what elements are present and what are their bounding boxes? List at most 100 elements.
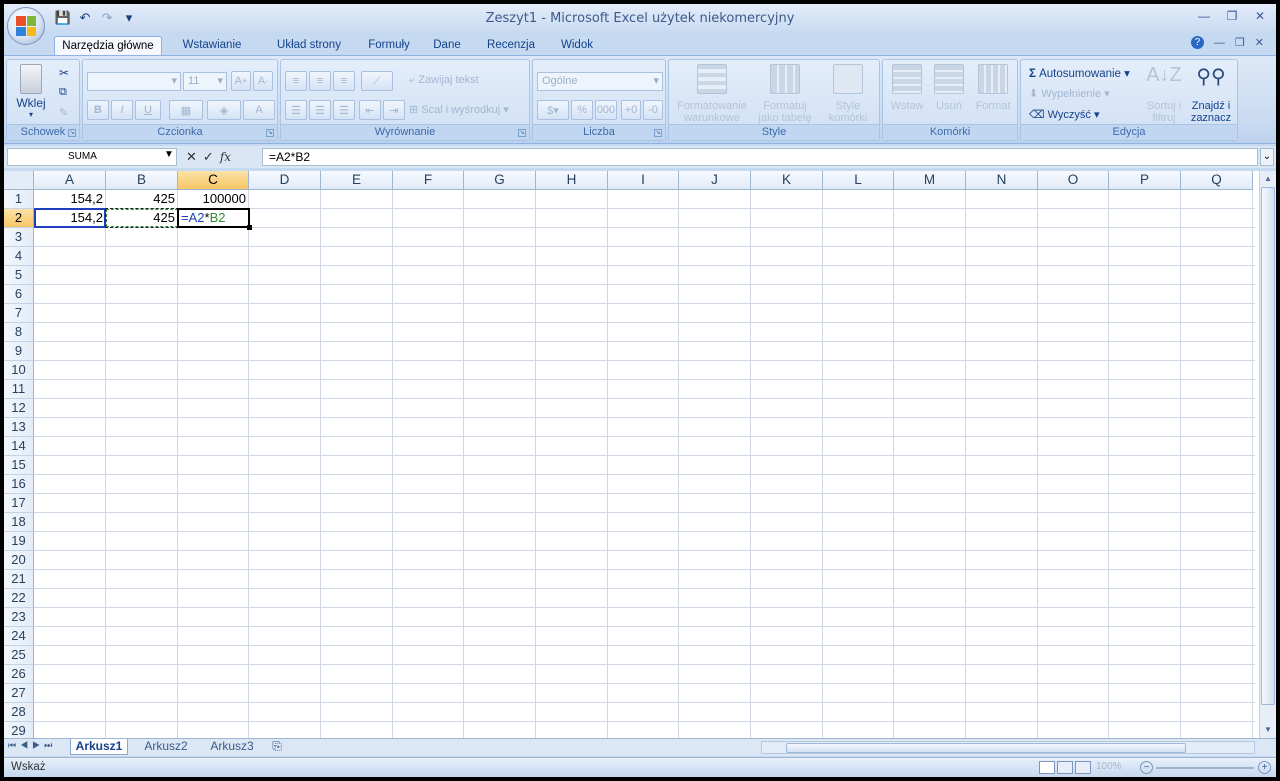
column-header-G[interactable]: G <box>464 171 536 190</box>
tab-review[interactable]: Recenzja <box>480 36 542 56</box>
row-header-12[interactable]: 12 <box>4 399 34 418</box>
zoom-level[interactable]: 100% <box>1096 761 1122 772</box>
minimize-icon[interactable]: — <box>1194 8 1214 24</box>
tab-home[interactable]: Narzędzia główne <box>54 36 162 56</box>
sheet-tab-arkusz2[interactable]: Arkusz2 <box>136 739 196 755</box>
row-header-13[interactable]: 13 <box>4 418 34 437</box>
decrease-decimal-icon[interactable]: -0 <box>643 100 663 120</box>
decrease-indent-icon[interactable]: ⇤ <box>359 100 381 120</box>
restore-icon[interactable]: ❐ <box>1222 8 1242 24</box>
percent-button[interactable]: % <box>571 100 593 120</box>
row-header-20[interactable]: 20 <box>4 551 34 570</box>
scroll-up-icon[interactable]: ▲ <box>1260 171 1276 187</box>
column-header-E[interactable]: E <box>321 171 393 190</box>
insert-function-button[interactable]: fx <box>220 150 231 164</box>
row-header-8[interactable]: 8 <box>4 323 34 342</box>
doc-close-icon[interactable]: ✕ <box>1255 36 1264 49</box>
orientation-icon[interactable]: ⟋ <box>361 71 393 91</box>
horizontal-scroll-thumb[interactable] <box>786 743 1186 753</box>
row-header-10[interactable]: 10 <box>4 361 34 380</box>
clipboard-launcher-icon[interactable]: ↘ <box>68 129 76 137</box>
zoom-out-icon[interactable]: − <box>1140 761 1153 774</box>
column-header-N[interactable]: N <box>966 171 1038 190</box>
column-header-A[interactable]: A <box>34 171 106 190</box>
normal-view-icon[interactable] <box>1039 761 1055 774</box>
expand-formula-icon[interactable]: ⌄ <box>1260 148 1274 166</box>
column-header-J[interactable]: J <box>679 171 751 190</box>
insert-cells-button[interactable]: Wstaw <box>887 64 927 112</box>
format-painter-icon[interactable]: ✎ <box>59 106 68 119</box>
conditional-formatting-button[interactable]: Formatowanie warunkowe <box>673 64 751 124</box>
column-header-I[interactable]: I <box>608 171 679 190</box>
merge-center-button[interactable]: ⊞ Scal i wyśrodkuj ▾ <box>409 103 509 116</box>
paste-button[interactable]: Wklej ▾ <box>13 64 49 119</box>
help-icon[interactable]: ? <box>1190 36 1204 49</box>
column-header-K[interactable]: K <box>751 171 823 190</box>
page-break-view-icon[interactable] <box>1075 761 1091 774</box>
accounting-icon[interactable]: $▾ <box>537 100 569 120</box>
column-header-B[interactable]: B <box>106 171 178 190</box>
name-box[interactable]: SUMA <box>7 148 177 166</box>
row-header-26[interactable]: 26 <box>4 665 34 684</box>
copy-icon[interactable]: ⧉ <box>59 86 67 99</box>
increase-decimal-icon[interactable]: +0 <box>621 100 641 120</box>
name-box-dropdown-icon[interactable]: ▼ <box>164 149 174 160</box>
align-bottom-icon[interactable]: ≡ <box>333 71 355 91</box>
row-header-17[interactable]: 17 <box>4 494 34 513</box>
row-header-14[interactable]: 14 <box>4 437 34 456</box>
row-header-24[interactable]: 24 <box>4 627 34 646</box>
wrap-text-button[interactable]: ⤶ Zawijaj tekst <box>409 74 479 87</box>
formula-input[interactable]: =A2*B2 <box>262 148 1258 166</box>
format-cells-button[interactable]: Format <box>971 64 1015 112</box>
scroll-down-icon[interactable]: ▼ <box>1260 722 1276 738</box>
row-header-9[interactable]: 9 <box>4 342 34 361</box>
zoom-slider[interactable] <box>1156 767 1254 769</box>
sheet-tab-arkusz3[interactable]: Arkusz3 <box>202 739 262 755</box>
row-header-1[interactable]: 1 <box>4 190 34 209</box>
row-header-7[interactable]: 7 <box>4 304 34 323</box>
fill-color-icon[interactable]: ◈ <box>207 100 241 120</box>
font-size-combo[interactable]: 11 <box>183 72 227 91</box>
row-header-28[interactable]: 28 <box>4 703 34 722</box>
worksheet-grid[interactable]: ABCDEFGHIJKLMNOPQ 1 2 3 4 5 6 7 8 9 10 11 12 13 14 15 1… <box>4 171 1276 741</box>
row-header-27[interactable]: 27 <box>4 684 34 703</box>
row-header-4[interactable]: 4 <box>4 247 34 266</box>
sheet-tab-arkusz1[interactable]: Arkusz1 <box>70 739 128 755</box>
cut-icon[interactable]: ✂ <box>59 66 69 80</box>
column-header-D[interactable]: D <box>249 171 321 190</box>
column-header-M[interactable]: M <box>894 171 966 190</box>
fill-handle[interactable] <box>247 225 252 230</box>
bold-icon[interactable]: B <box>87 100 109 120</box>
row-header-21[interactable]: 21 <box>4 570 34 589</box>
italic-icon[interactable]: I <box>111 100 133 120</box>
page-layout-view-icon[interactable] <box>1057 761 1073 774</box>
enter-icon[interactable]: ✓ <box>203 149 214 165</box>
font-color-icon[interactable]: A <box>243 100 275 120</box>
tab-insert[interactable]: Wstawianie <box>174 36 250 56</box>
thousands-button[interactable]: 000 <box>595 100 617 120</box>
sheet-nav-buttons[interactable]: ⏮◀▶⏭ <box>8 740 56 751</box>
row-header-23[interactable]: 23 <box>4 608 34 627</box>
row-header-11[interactable]: 11 <box>4 380 34 399</box>
clear-button[interactable]: ⌫ Wyczyść ▾ <box>1029 108 1100 121</box>
sort-filter-button[interactable]: A↓Z Sortuj i filtruj <box>1143 64 1185 124</box>
column-header-F[interactable]: F <box>393 171 464 190</box>
increase-indent-icon[interactable]: ⇥ <box>383 100 405 120</box>
column-header-P[interactable]: P <box>1109 171 1181 190</box>
underline-icon[interactable]: U <box>135 100 161 120</box>
find-select-button[interactable]: ⚲⚲ Znajdź i zaznacz <box>1187 64 1235 124</box>
office-button[interactable] <box>7 7 45 45</box>
number-format-combo[interactable]: Ogólne <box>537 72 663 91</box>
delete-cells-button[interactable]: Usuń <box>929 64 969 112</box>
borders-icon[interactable]: ▦ <box>169 100 203 120</box>
doc-minimize-icon[interactable]: — <box>1214 37 1225 49</box>
row-header-6[interactable]: 6 <box>4 285 34 304</box>
column-header-O[interactable]: O <box>1038 171 1109 190</box>
row-header-18[interactable]: 18 <box>4 513 34 532</box>
font-launcher-icon[interactable]: ↘ <box>266 129 274 137</box>
row-header-25[interactable]: 25 <box>4 646 34 665</box>
align-center-icon[interactable]: ☰ <box>309 100 331 120</box>
vertical-scrollbar[interactable]: ▲ ▼ <box>1259 171 1276 738</box>
horizontal-scrollbar[interactable] <box>761 741 1255 754</box>
align-top-icon[interactable]: ≡ <box>285 71 307 91</box>
